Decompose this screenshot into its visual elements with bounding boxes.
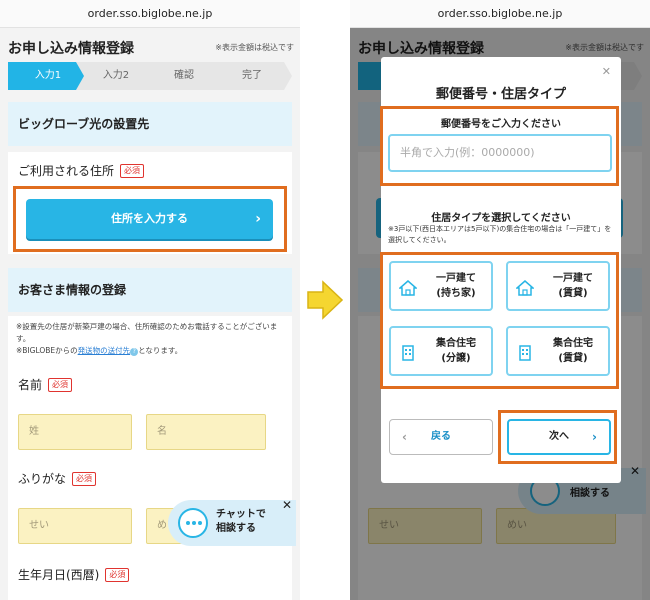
step-complete: 完了 — [212, 62, 292, 90]
help-icon[interactable]: ? — [130, 348, 139, 356]
name-label: 名前 必須 — [18, 376, 73, 393]
birthday-label-text: 生年月日(西暦) — [18, 568, 100, 582]
chat-label: チャットで 相談する — [216, 508, 266, 536]
url-bar[interactable]: order.sso.biglobe.ne.jp — [0, 0, 300, 28]
chat-label-line2: 相談する — [216, 523, 256, 534]
shipping-address-link[interactable]: 発送物の送付先 — [78, 346, 131, 355]
notice-text: ※設置先の住居が新築戸建の場合、住所確認のためお電話することがございます。 ※B… — [16, 321, 278, 357]
step-input2: 入力2 — [76, 62, 156, 90]
address-label-text: ご利用される住所 — [18, 164, 115, 178]
chat-bubble-icon — [178, 508, 208, 538]
required-badge: 必須 — [105, 568, 130, 582]
tax-note: ※表示金額は税込です — [215, 43, 294, 52]
furigana-label: ふりがな 必須 — [18, 470, 97, 487]
last-name-input[interactable]: 姓 — [18, 414, 132, 450]
arrow-right-icon — [307, 280, 343, 320]
highlight-frame-zip — [380, 106, 619, 186]
birthday-label: 生年月日(西暦) 必須 — [18, 566, 130, 583]
close-icon[interactable]: ✕ — [282, 498, 292, 512]
page-title: お申し込み情報登録 — [8, 41, 134, 57]
notice-line1: ※設置先の住居が新築戸建の場合、住所確認のためお電話することがございます。 — [16, 322, 278, 343]
modal-title: 郵便番号・住居タイプ — [435, 87, 566, 102]
notice-line2-post: となります。 — [138, 346, 183, 355]
chat-label-line1: チャットで — [216, 509, 266, 520]
required-badge: 必須 — [48, 378, 73, 392]
step-confirm: 確認 — [144, 62, 224, 90]
highlight-frame-housing-type — [380, 252, 619, 389]
chevron-right-icon: › — [255, 211, 261, 227]
required-badge: 必須 — [120, 164, 145, 178]
notice-line2-pre: ※BIGLOBEからの — [16, 346, 78, 355]
chat-widget[interactable]: チャットで 相談する ✕ — [168, 498, 296, 546]
highlight-frame-next — [498, 410, 617, 464]
url-bar[interactable]: order.sso.biglobe.ne.jp — [350, 0, 650, 28]
furigana-last-input[interactable]: せい — [18, 508, 132, 544]
section-customer-info: お客さま情報の登録 — [8, 268, 292, 312]
required-badge: 必須 — [72, 472, 97, 486]
housing-type-heading: 住居タイプを選択してください — [431, 213, 571, 224]
chevron-left-icon: ‹ — [402, 430, 407, 444]
first-name-input[interactable]: 名 — [146, 414, 266, 450]
housing-type-note: ※3戸以下(西日本エリアは5戸以下)の集合住宅の場合は「一戸建て」を選択してくだ… — [388, 225, 612, 244]
close-icon[interactable]: ✕ — [602, 65, 611, 78]
enter-address-button[interactable]: 住所を入力する › — [26, 199, 273, 239]
back-label: 戻る — [431, 431, 451, 442]
back-button[interactable]: ‹ 戻る — [389, 419, 493, 455]
section-install-location: ビッグローブ光の設置先 — [8, 102, 292, 146]
customer-card — [8, 316, 292, 600]
notice-line2: ※BIGLOBEからの発送物の送付先? となります。 — [16, 345, 278, 357]
header-row: お申し込み情報登録 ※表示金額は税込です — [8, 38, 294, 58]
address-label: ご利用される住所 必須 — [18, 162, 145, 179]
name-label-text: 名前 — [18, 378, 43, 392]
furigana-label-text: ふりがな — [18, 472, 67, 486]
step-indicator: 入力1 入力2 確認 完了 — [8, 62, 292, 90]
step-input1: 入力1 — [8, 62, 88, 90]
enter-address-label: 住所を入力する — [111, 212, 188, 225]
